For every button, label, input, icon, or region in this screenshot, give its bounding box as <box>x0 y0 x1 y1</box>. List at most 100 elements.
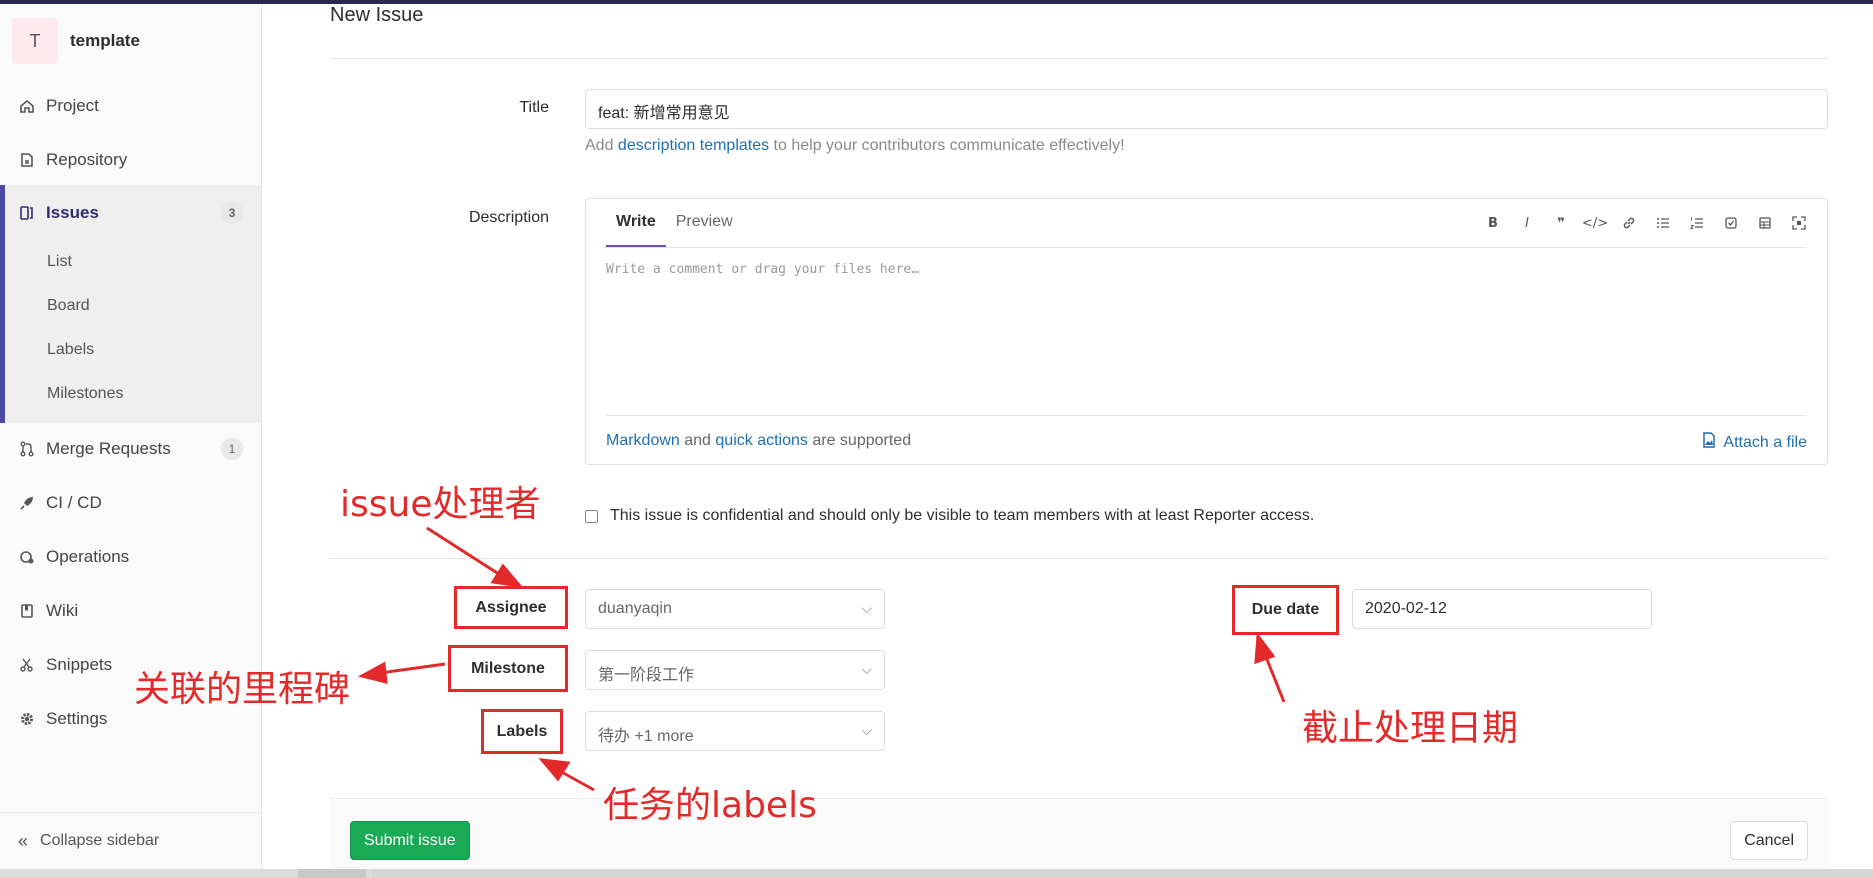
form-actions: Submit issue Cancel <box>330 798 1828 869</box>
task-list-icon[interactable] <box>1721 213 1741 233</box>
issues-section: Issues 3 List Board Labels Milestones <box>0 185 261 423</box>
cloud-gear-icon <box>18 548 36 566</box>
tab-write[interactable]: Write <box>606 199 666 247</box>
labels-label: Labels <box>481 709 563 754</box>
markdown-support-note: Markdown and quick actions are supported <box>606 432 911 450</box>
sidebar-item-label: Operations <box>46 547 130 566</box>
top-bar <box>0 0 1873 4</box>
sidebar-item-label: Repository <box>46 150 128 169</box>
code-icon[interactable]: </> <box>1582 213 1608 233</box>
milestone-arrowhead <box>357 661 388 684</box>
sidebar-item-wiki[interactable]: Wiki <box>0 586 261 636</box>
markdown-link[interactable]: Markdown <box>606 432 680 449</box>
milestone-label: Milestone <box>448 645 568 692</box>
project-header[interactable]: T template <box>12 18 140 64</box>
numbered-list-icon[interactable] <box>1687 213 1707 233</box>
issues-icon <box>18 204 36 222</box>
home-icon <box>18 97 36 115</box>
labels-select[interactable]: 待办 +1 more ⌵ <box>585 711 885 751</box>
double-chevron-left-icon: « <box>18 830 29 851</box>
table-icon[interactable] <box>1755 213 1775 233</box>
collapse-sidebar-label: Collapse sidebar <box>40 832 160 849</box>
sidebar-subitem-list[interactable]: List <box>47 253 72 271</box>
editor-tabs: Write Preview <box>606 199 743 247</box>
description-textarea[interactable]: Write a comment or drag your files here… <box>606 262 919 277</box>
assignee-select[interactable]: duanyaqin ⌵ <box>585 589 885 629</box>
italic-icon[interactable]: I <box>1517 213 1537 233</box>
bold-icon[interactable]: B <box>1483 213 1503 233</box>
merge-requests-count-badge: 1 <box>221 438 243 460</box>
divider <box>330 558 1828 559</box>
sidebar-item-label: Issues <box>46 203 99 222</box>
sidebar-item-label: Project <box>46 96 99 115</box>
quote-icon[interactable]: ❞ <box>1551 213 1571 233</box>
fullscreen-icon[interactable] <box>1789 213 1809 233</box>
sidebar-item-label: Merge Requests <box>46 439 171 458</box>
cancel-button[interactable]: Cancel <box>1730 821 1808 860</box>
sidebar-item-label: Settings <box>46 709 108 728</box>
due-date-arrowhead <box>1254 631 1276 665</box>
title-input[interactable]: feat: 新增常用意见 <box>585 89 1828 129</box>
sidebar-item-label: Snippets <box>46 655 113 674</box>
sidebar-item-cicd[interactable]: CI / CD <box>0 478 261 528</box>
due-date-annotation: 截止处理日期 <box>1302 708 1519 749</box>
description-editor: Write Preview B I ❞ </> Write a comment … <box>585 198 1828 465</box>
description-templates-link[interactable]: description templates <box>618 137 769 154</box>
link-icon[interactable] <box>1619 213 1639 233</box>
editor-toolbar: B I ❞ </> <box>1483 213 1809 233</box>
and-text: and <box>679 432 716 449</box>
merge-request-icon <box>18 440 36 458</box>
labels-annotation: 任务的labels <box>603 785 817 826</box>
gear-icon <box>18 710 36 728</box>
bottom-strip <box>0 869 1873 878</box>
page-title: New Issue <box>330 4 424 26</box>
sidebar-item-merge-requests[interactable]: Merge Requests 1 <box>0 424 261 474</box>
confidential-row: This issue is confidential and should on… <box>585 507 1314 525</box>
supported-text: are supported <box>807 432 912 449</box>
issues-count-badge: 3 <box>221 202 243 224</box>
confidential-checkbox[interactable] <box>585 509 598 523</box>
tab-divider <box>606 247 1807 248</box>
tab-preview[interactable]: Preview <box>666 199 743 247</box>
due-date-input[interactable]: 2020-02-12 <box>1352 589 1652 629</box>
project-name: template <box>70 31 140 50</box>
sidebar-item-issues[interactable]: Issues 3 <box>0 188 261 238</box>
sidebar-item-repository[interactable]: Repository <box>0 135 261 185</box>
rocket-icon <box>18 494 36 512</box>
hint-suffix: to help your contributors communicate ef… <box>769 137 1125 154</box>
milestone-annotation: 关联的里程碑 <box>134 669 351 710</box>
labels-arrowhead <box>538 758 571 782</box>
assignee-arrowhead <box>490 563 524 589</box>
sidebar-item-label: CI / CD <box>46 493 102 512</box>
bullet-list-icon[interactable] <box>1653 213 1673 233</box>
assignee-annotation: issue处理者 <box>340 484 541 525</box>
submit-issue-button[interactable]: Submit issue <box>350 821 470 860</box>
milestone-value: 第一阶段工作 <box>598 667 695 684</box>
strip-segment <box>298 869 366 878</box>
file-icon <box>18 151 36 169</box>
assignee-value: duanyaqin <box>598 600 672 617</box>
due-date-label: Due date <box>1232 585 1339 635</box>
assignee-label: Assignee <box>454 586 568 629</box>
sidebar-item-label: Wiki <box>46 601 79 620</box>
divider <box>330 58 1828 59</box>
chevron-down-icon: ⌵ <box>861 661 872 677</box>
editor-footer-divider <box>606 415 1807 416</box>
milestone-select[interactable]: 第一阶段工作 ⌵ <box>585 650 885 690</box>
sidebar-item-operations[interactable]: Operations <box>0 532 261 582</box>
sidebar-subitem-milestones[interactable]: Milestones <box>47 385 123 403</box>
sidebar-item-project[interactable]: Project <box>0 81 261 131</box>
scissors-icon <box>18 656 36 674</box>
due-date-arrow <box>1262 651 1286 703</box>
book-icon <box>18 602 36 620</box>
labels-value: 待办 +1 more <box>598 728 694 745</box>
strip-segment <box>372 869 1873 878</box>
quick-actions-link[interactable]: quick actions <box>715 432 808 449</box>
sidebar-subitem-labels[interactable]: Labels <box>47 341 94 359</box>
hint-prefix: Add <box>585 137 618 154</box>
milestone-arrow <box>379 662 446 675</box>
collapse-sidebar-button[interactable]: « Collapse sidebar <box>0 812 261 869</box>
attach-file-button[interactable]: Attach a file <box>1701 432 1807 453</box>
sidebar-subitem-board[interactable]: Board <box>47 297 90 315</box>
chevron-down-icon: ⌵ <box>861 600 872 616</box>
